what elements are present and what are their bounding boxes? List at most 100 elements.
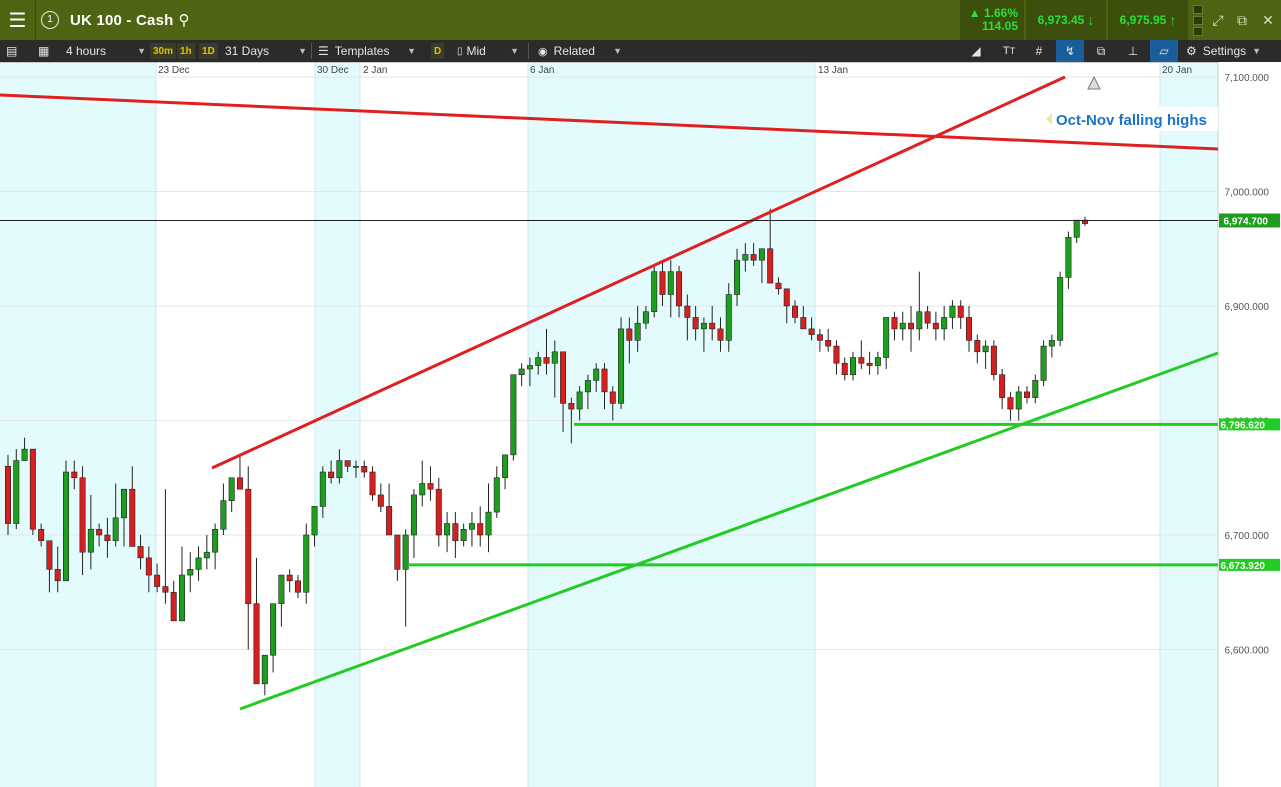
- candle-body: [1007, 397, 1014, 410]
- candle-body: [278, 574, 285, 605]
- candle-body: [21, 448, 28, 461]
- candle-body: [228, 477, 235, 501]
- indicator-icon[interactable]: ⊥: [1122, 40, 1144, 62]
- grid-layout-icon[interactable]: ▦: [38, 40, 58, 62]
- chevron-down-icon: ▼: [137, 46, 146, 56]
- hamburger-menu-icon[interactable]: ☰: [0, 0, 36, 40]
- buy-price-button[interactable]: 6,975.95 ↑: [1108, 0, 1188, 40]
- notification-circle-icon[interactable]: 1: [36, 0, 64, 40]
- candle-body: [816, 334, 823, 341]
- candle-body: [560, 351, 567, 404]
- current-price-label: 6,974.700: [1224, 216, 1269, 227]
- candle-body: [891, 317, 898, 330]
- list-icon[interactable]: ▤: [6, 40, 26, 62]
- chevron-down-icon: ▼: [1252, 46, 1262, 56]
- chart-toolbar: ▤ ▦ 4 hours ▼ 30m 1h 1D 31 Days ▼ ☰ Templa…: [0, 40, 1281, 62]
- candle-body: [104, 534, 111, 542]
- candle-body: [460, 528, 467, 542]
- text-tool-icon[interactable]: TT: [998, 40, 1020, 62]
- candle-body: [684, 305, 691, 318]
- candle-body: [792, 305, 799, 318]
- chevron-down-icon: ▼: [510, 46, 519, 56]
- interval-select[interactable]: 4 hours ▼: [66, 40, 146, 62]
- candle-body: [866, 362, 873, 366]
- layers-icon[interactable]: ⧉: [1090, 40, 1112, 62]
- candle-body: [352, 465, 359, 468]
- templates-icon: ☰: [318, 44, 329, 58]
- related-select[interactable]: ◉ Related ▼: [538, 40, 622, 62]
- candle-body: [659, 271, 666, 295]
- candle-body: [328, 471, 335, 479]
- candle-body: [162, 586, 169, 593]
- candle-body: [651, 271, 658, 313]
- x-tick-label: 13 Jan: [818, 65, 848, 76]
- chevron-down-icon: ▼: [407, 46, 416, 56]
- d-button[interactable]: D: [431, 43, 445, 59]
- candle-body: [468, 523, 475, 530]
- support-level-label: 6,673.920: [1221, 561, 1266, 572]
- candle-body: [270, 603, 277, 656]
- candle-body: [916, 311, 923, 330]
- x-tick-label: 6 Jan: [530, 65, 554, 76]
- candle-body: [924, 311, 931, 324]
- candle-body: [593, 368, 600, 381]
- period-select[interactable]: 31 Days ▼: [225, 40, 307, 62]
- search-icon[interactable]: ⚲: [172, 0, 196, 40]
- candles-icon: ▯: [457, 45, 463, 57]
- support-level-label: 6,796.620: [1221, 420, 1266, 431]
- candle-body: [129, 488, 136, 547]
- candle-body: [261, 654, 268, 685]
- y-tick-label: 6,700.000: [1225, 531, 1270, 542]
- candle-body: [410, 494, 417, 536]
- trend-tool-icon[interactable]: ↯: [1056, 40, 1084, 62]
- candle-body: [46, 540, 53, 570]
- candle-body: [709, 322, 716, 330]
- candle-body: [510, 374, 517, 456]
- candle-body: [13, 460, 20, 524]
- draw-line-icon[interactable]: ◢: [966, 40, 986, 62]
- collapse-icon[interactable]: ⤢: [1206, 0, 1230, 40]
- templates-select[interactable]: ☰ Templates ▼: [318, 40, 416, 62]
- candle-body: [808, 328, 815, 335]
- candle-body: [1024, 391, 1031, 398]
- annotation-label: Oct-Nov falling highs: [1056, 112, 1207, 129]
- candle-body: [120, 488, 127, 519]
- candle-body: [212, 528, 219, 553]
- chart-area[interactable]: 7,100.0007,000.0006,900.0006,800.0006,70…: [0, 62, 1281, 787]
- x-tick-label: 2 Jan: [363, 65, 387, 76]
- market-title[interactable]: UK 100 - Cash: [70, 0, 173, 40]
- depth-icon[interactable]: [1190, 0, 1206, 40]
- crosshair-grid-icon[interactable]: #: [1028, 40, 1050, 62]
- candle-body: [883, 317, 890, 358]
- candle-body: [725, 294, 732, 341]
- price-chart[interactable]: 7,100.0007,000.0006,900.0006,800.0006,70…: [0, 62, 1281, 787]
- label-tool-icon[interactable]: ▱: [1150, 40, 1178, 62]
- timeframe-30m-button[interactable]: 30m: [150, 43, 177, 59]
- sell-price-button[interactable]: 6,973.45 ↓: [1026, 0, 1106, 40]
- candle-body: [452, 523, 459, 542]
- candle-body: [71, 471, 78, 479]
- candle-body: [767, 248, 774, 284]
- settings-button[interactable]: ⚙ Settings ▼: [1186, 40, 1276, 62]
- timeframe-1h-button[interactable]: 1h: [177, 43, 195, 59]
- candle-body: [444, 523, 451, 536]
- price-type-select[interactable]: ▯ Mid ▼: [457, 40, 519, 62]
- candle-body: [394, 534, 401, 570]
- timeframe-1d-button[interactable]: 1D: [199, 43, 218, 59]
- candle-body: [311, 506, 318, 536]
- popout-icon[interactable]: ⧉: [1230, 0, 1254, 40]
- candle-body: [568, 403, 575, 410]
- candle-body: [601, 368, 608, 393]
- candle-body: [1032, 380, 1039, 398]
- candle-body: [982, 345, 989, 353]
- candle-body: [427, 483, 434, 490]
- close-icon[interactable]: ✕: [1256, 0, 1280, 40]
- related-label: Related: [553, 44, 595, 58]
- candle-body: [908, 322, 915, 330]
- candle-body: [303, 534, 310, 593]
- candle-body: [344, 460, 351, 467]
- candle-body: [957, 305, 964, 318]
- down-arrow-icon: ↓: [1087, 12, 1095, 28]
- candle-body: [825, 340, 832, 347]
- event-marker-icon: [1087, 75, 1101, 90]
